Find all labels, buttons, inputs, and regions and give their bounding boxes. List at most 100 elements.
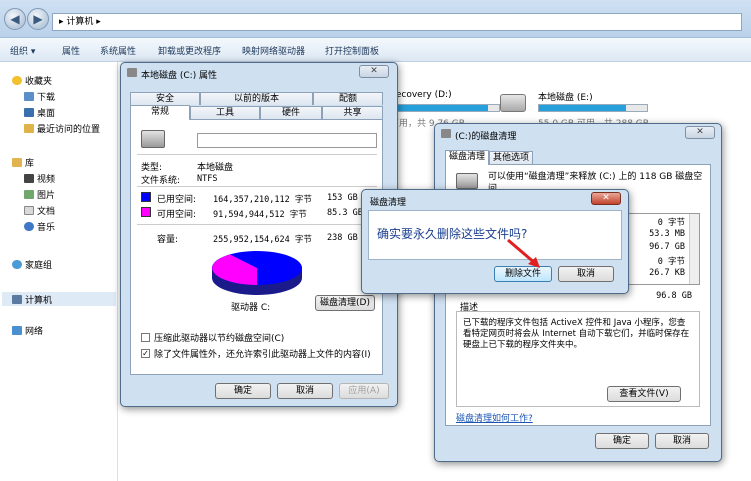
disk-cleanup-button[interactable]: 磁盘清理(D) <box>315 295 375 311</box>
tab-tools[interactable]: 工具 <box>190 106 260 119</box>
map-network-drive-button[interactable]: 映射网络驱动器 <box>242 44 305 57</box>
drive-icon <box>127 68 137 77</box>
video-icon <box>24 174 34 183</box>
cleanup-title: (C:)的磁盘清理 <box>455 132 517 142</box>
used-space-gb: 153 GB <box>327 193 358 203</box>
tab-sharing[interactable]: 共享 <box>322 106 383 119</box>
nav-favorites[interactable]: 收藏夹 <box>12 74 52 87</box>
star-icon <box>12 76 22 85</box>
nav-documents[interactable]: 文档 <box>24 204 55 217</box>
disk-usage-pie <box>212 251 302 295</box>
address-text: ▸ 计算机 ▸ <box>59 17 101 27</box>
properties-button[interactable]: 属性 <box>62 44 80 57</box>
close-icon[interactable]: ✕ <box>359 65 389 78</box>
drive-e-icon <box>500 94 526 112</box>
cancel-button[interactable]: 取消 <box>558 266 614 282</box>
command-bar: 组织 ▾ 属性 系统属性 卸载或更改程序 映射网络驱动器 打开控制面板 <box>0 38 751 62</box>
confirm-message-area: 确实要永久删除这些文件吗? <box>368 210 622 260</box>
divider <box>137 224 377 225</box>
index-checkbox[interactable]: ✓ <box>141 349 150 358</box>
volume-label-input[interactable] <box>197 133 377 148</box>
close-icon[interactable]: ✕ <box>591 192 621 205</box>
cleanup-icon <box>441 129 451 138</box>
close-icon[interactable]: ✕ <box>685 126 715 139</box>
capacity-bytes: 255,952,154,624 字节 <box>213 235 312 245</box>
tab-more-options[interactable]: 其他选项 <box>489 151 533 164</box>
nav-label: 桌面 <box>37 109 56 119</box>
compress-option[interactable]: 压缩此驱动器以节约磁盘空间(C) <box>141 331 284 344</box>
file-size: 0 字节 <box>657 218 685 228</box>
filesystem-value: NTFS <box>197 174 218 184</box>
nav-computer[interactable]: 计算机 <box>2 292 116 306</box>
nav-network[interactable]: 网络 <box>12 324 43 337</box>
tab-previous-versions[interactable]: 以前的版本 <box>200 92 313 105</box>
nav-label: 图片 <box>37 191 56 201</box>
nav-music[interactable]: 音乐 <box>24 220 55 233</box>
recent-places-icon <box>24 124 34 133</box>
music-icon <box>24 222 34 231</box>
tab-security[interactable]: 安全 <box>130 92 200 105</box>
file-size: 0 字节 <box>657 257 685 267</box>
back-button[interactable]: ◀ <box>4 8 26 30</box>
computer-icon <box>12 294 22 304</box>
pointer-arrow-icon <box>507 238 540 268</box>
general-panel: 类型: 本地磁盘 文件系统: NTFS 已用空间: 164,357,210,11… <box>130 119 383 375</box>
free-space-gb: 85.3 GB <box>327 208 363 218</box>
nav-desktop[interactable]: 桌面 <box>24 106 55 119</box>
index-label: 除了文件属性外，还允许索引此驱动器上文件的内容(I) <box>154 350 371 360</box>
system-properties-button[interactable]: 系统属性 <box>100 44 136 57</box>
nav-label: 库 <box>25 159 35 169</box>
tab-hardware[interactable]: 硬件 <box>260 106 322 119</box>
properties-dialog: 本地磁盘 (C:) 属性 ✕ 安全 以前的版本 配额 常规 工具 硬件 共享 类… <box>120 62 398 407</box>
how-cleanup-works-link[interactable]: 磁盘清理如何工作? <box>456 411 533 424</box>
cancel-button[interactable]: 取消 <box>655 433 709 449</box>
type-value: 本地磁盘 <box>197 163 234 173</box>
description-box: 已下载的程序文件包括 ActiveX 控件和 Java 小程序，您查看特定网页时… <box>456 311 700 407</box>
drive-e-label[interactable]: 本地磁盘 (E:) <box>538 90 593 103</box>
properties-title: 本地磁盘 (C:) 属性 <box>141 71 218 81</box>
explorer-titlebar: ◀ ▶ ▸ 计算机 ▸ <box>0 0 751 38</box>
documents-icon <box>24 206 34 215</box>
confirm-title: 磁盘清理 <box>370 198 407 208</box>
confirm-delete-dialog: 磁盘清理 ✕ 确实要永久删除这些文件吗? 删除文件 取消 <box>361 189 629 294</box>
drive-e-usage-fill <box>539 105 627 111</box>
library-icon <box>12 158 22 167</box>
ok-button[interactable]: 确定 <box>595 433 649 449</box>
download-folder-icon <box>24 92 34 101</box>
tab-disk-cleanup[interactable]: 磁盘清理 <box>445 150 489 165</box>
homegroup-icon <box>12 260 22 269</box>
free-space-swatch <box>141 207 151 217</box>
network-icon <box>12 326 22 335</box>
open-control-panel-button[interactable]: 打开控制面板 <box>325 44 379 57</box>
file-size: 96.7 GB <box>649 242 685 252</box>
nav-label: 计算机 <box>25 295 53 306</box>
nav-pictures[interactable]: 图片 <box>24 188 55 201</box>
view-files-button[interactable]: 查看文件(V) <box>607 386 681 402</box>
organize-button[interactable]: 组织 ▾ <box>10 44 35 57</box>
compress-checkbox[interactable] <box>141 333 150 342</box>
drive-d-usage-bar <box>390 104 500 112</box>
index-option[interactable]: ✓ 除了文件属性外，还允许索引此驱动器上文件的内容(I) <box>141 347 371 360</box>
used-space-label: 已用空间: <box>157 195 197 205</box>
cleanup-drive-icon <box>456 173 478 189</box>
nav-downloads[interactable]: 下载 <box>24 90 55 103</box>
files-list-scrollbar[interactable] <box>689 214 699 284</box>
desktop-icon <box>24 108 34 117</box>
tab-quota[interactable]: 配额 <box>313 92 383 105</box>
forward-button[interactable]: ▶ <box>27 8 49 30</box>
drive-d-usage-fill <box>391 105 489 111</box>
uninstall-program-button[interactable]: 卸载或更改程序 <box>158 44 221 57</box>
navigation-pane: 收藏夹 下载 桌面 最近访问的位置 库 视频 图片 文档 音乐 家庭组 计算机 … <box>0 62 118 481</box>
apply-button[interactable]: 应用(A) <box>339 383 389 399</box>
ok-button[interactable]: 确定 <box>215 383 271 399</box>
cancel-button[interactable]: 取消 <box>277 383 333 399</box>
nav-recent-places[interactable]: 最近访问的位置 <box>24 122 100 135</box>
file-size: 26.7 KB <box>649 268 685 278</box>
address-bar[interactable]: ▸ 计算机 ▸ <box>52 13 742 31</box>
tab-general[interactable]: 常规 <box>130 105 190 120</box>
nav-label: 网络 <box>25 327 44 337</box>
nav-homegroup[interactable]: 家庭组 <box>12 258 52 271</box>
nav-libraries[interactable]: 库 <box>12 156 34 169</box>
nav-videos[interactable]: 视频 <box>24 172 55 185</box>
drive-d-label[interactable]: Recovery (D:) <box>390 90 452 100</box>
